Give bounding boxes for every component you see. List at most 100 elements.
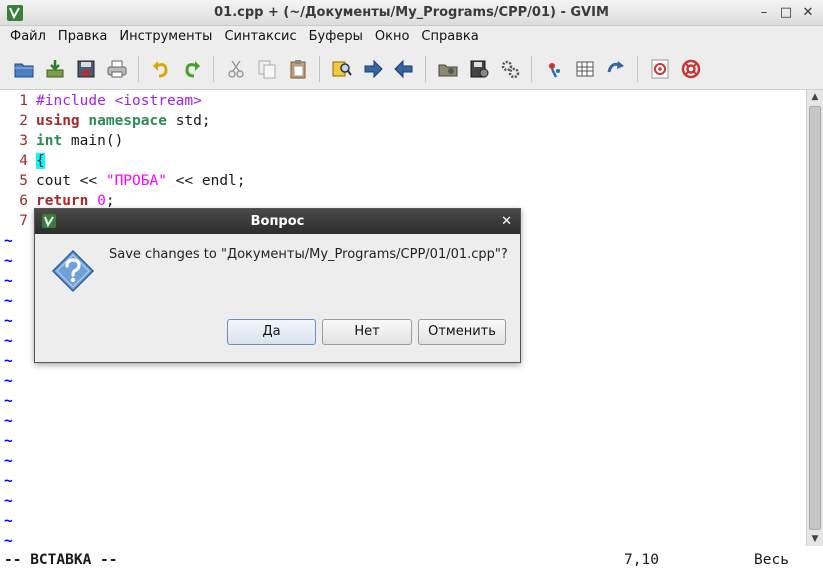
code-token: return <box>36 193 89 209</box>
menu-syntax[interactable]: Синтаксис <box>218 26 302 48</box>
save-session-icon[interactable] <box>466 56 492 82</box>
menu-window[interactable]: Окно <box>369 26 416 48</box>
code-line: 4{ <box>0 151 45 171</box>
jump-tag-icon[interactable] <box>603 56 629 82</box>
toolbar-separator <box>425 55 426 82</box>
empty-line-tilde: ~ <box>4 273 13 289</box>
table-icon[interactable] <box>572 56 598 82</box>
scroll-down-icon[interactable]: ▼ <box>807 532 823 546</box>
toolbar-separator <box>213 55 214 82</box>
toolbar <box>0 48 823 90</box>
question-icon <box>51 249 95 293</box>
code-line: 1 #include <iostream> <box>0 91 202 111</box>
save-changes-dialog: Вопрос ✕ Save changes to "Документы/My_P… <box>34 208 521 363</box>
save-icon[interactable] <box>42 56 68 82</box>
code-line: 7 <box>0 211 36 231</box>
empty-line-tilde: ~ <box>4 433 13 449</box>
find-replace-icon[interactable] <box>329 56 355 82</box>
matched-brace: { <box>36 153 45 169</box>
empty-line-tilde: ~ <box>4 333 13 349</box>
window-title: 01.cpp + (~/Документы/My_Programs/CPP/01… <box>214 5 609 20</box>
line-number: 1 <box>19 93 28 109</box>
status-line: -- ВСТАВКА -- 7,10 Весь <box>0 548 806 572</box>
gvim-app-icon <box>42 214 56 228</box>
cut-icon[interactable] <box>223 56 249 82</box>
empty-line-tilde: ~ <box>4 253 13 269</box>
code-token: << endl; <box>166 173 246 189</box>
mode-indicator: -- ВСТАВКА -- <box>4 552 118 568</box>
empty-line-tilde: ~ <box>4 233 13 249</box>
save-as-icon[interactable] <box>73 56 99 82</box>
toolbar-separator <box>138 55 139 82</box>
menu-buffers[interactable]: Буферы <box>303 26 369 48</box>
code-token: main() <box>62 133 124 149</box>
code-token: "ПРОБА" <box>105 173 167 189</box>
close-button[interactable]: ✕ <box>799 5 817 21</box>
empty-line-tilde: ~ <box>4 473 13 489</box>
make-icon[interactable] <box>541 56 567 82</box>
empty-line-tilde: ~ <box>4 493 13 509</box>
cursor-position: 7,10 <box>624 552 659 568</box>
empty-line-tilde: ~ <box>4 353 13 369</box>
code-token: cout << <box>36 173 106 189</box>
maximize-button[interactable]: □ <box>777 5 795 21</box>
help-icon[interactable] <box>647 56 673 82</box>
dialog-titlebar: Вопрос ✕ <box>35 209 520 234</box>
dialog-title: Вопрос <box>250 214 305 229</box>
run-script-icon[interactable] <box>497 56 523 82</box>
find-next-icon[interactable] <box>360 56 386 82</box>
code-token: std; <box>166 113 211 129</box>
minimize-button[interactable]: – <box>755 5 773 21</box>
gvim-app-icon <box>7 5 23 21</box>
vertical-scrollbar[interactable]: ▲ ▼ <box>806 90 823 546</box>
line-number: 5 <box>19 173 28 189</box>
empty-line-tilde: ~ <box>4 453 13 469</box>
toolbar-separator <box>531 55 532 82</box>
toolbar-separator <box>637 55 638 82</box>
code-token: 0 <box>97 193 106 209</box>
yes-button[interactable]: Да <box>227 319 316 345</box>
empty-line-tilde: ~ <box>4 373 13 389</box>
open-icon[interactable] <box>11 56 37 82</box>
line-number: 3 <box>19 133 28 149</box>
line-number: 4 <box>19 153 28 169</box>
code-line: 3 int main() <box>0 131 123 151</box>
redo-icon[interactable] <box>179 56 205 82</box>
code-line: 5 cout << "ПРОБА" << endl; <box>0 171 246 191</box>
dialog-message: Save changes to "Документы/My_Programs/C… <box>109 247 508 262</box>
dialog-close-button[interactable]: ✕ <box>501 209 512 234</box>
cancel-button[interactable]: Отменить <box>418 319 506 345</box>
code-token: using <box>36 113 80 129</box>
scroll-thumb[interactable] <box>809 106 821 530</box>
menu-edit[interactable]: Правка <box>52 26 113 48</box>
code-line: 2 using namespace std; <box>0 111 211 131</box>
menu-file[interactable]: Файл <box>4 26 52 48</box>
print-icon[interactable] <box>104 56 130 82</box>
scroll-up-icon[interactable]: ▲ <box>807 90 823 104</box>
line-number: 6 <box>19 193 28 209</box>
empty-line-tilde: ~ <box>4 393 13 409</box>
empty-line-tilde: ~ <box>4 313 13 329</box>
no-button[interactable]: Нет <box>322 319 412 345</box>
code-token: ; <box>105 193 115 209</box>
menu-bar: Файл Правка Инструменты Синтаксис Буферы… <box>0 26 823 48</box>
undo-icon[interactable] <box>148 56 174 82</box>
toolbar-separator <box>319 55 320 82</box>
scroll-percent: Весь <box>754 552 789 568</box>
paste-icon[interactable] <box>285 56 311 82</box>
code-token: namespace <box>88 113 167 129</box>
menu-help[interactable]: Справка <box>415 26 484 48</box>
copy-icon[interactable] <box>254 56 280 82</box>
window-titlebar: 01.cpp + (~/Документы/My_Programs/CPP/01… <box>0 0 823 26</box>
line-number: 7 <box>19 213 28 229</box>
empty-line-tilde: ~ <box>4 513 13 529</box>
code-token: #include <iostream> <box>36 93 202 109</box>
menu-tools[interactable]: Инструменты <box>113 26 218 48</box>
find-help-icon[interactable] <box>678 56 704 82</box>
line-number: 2 <box>19 113 28 129</box>
code-token: int <box>36 133 63 149</box>
load-session-icon[interactable] <box>435 56 461 82</box>
find-prev-icon[interactable] <box>391 56 417 82</box>
empty-line-tilde: ~ <box>4 413 13 429</box>
